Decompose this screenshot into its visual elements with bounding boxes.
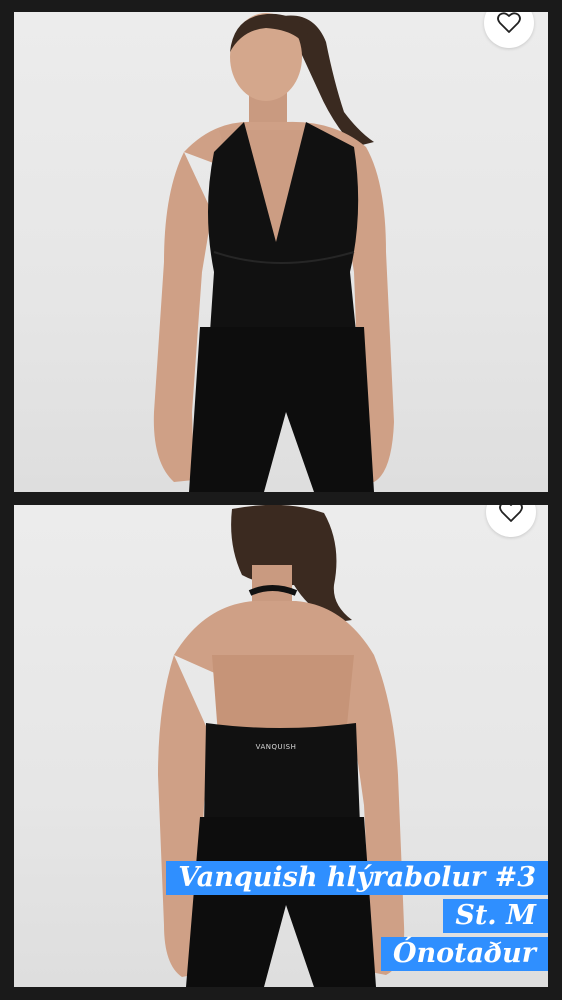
product-title: Vanquish hlýrabolur #3 [166,861,548,895]
brand-logo-text: VANQUISH [256,743,297,751]
size-label: St. M [443,899,548,933]
heart-outline-icon [497,12,521,33]
condition-label: Ónotaður [381,937,548,971]
model-front-illustration [153,13,394,492]
heart-outline-icon [499,505,523,522]
product-caption: Vanquish hlýrabolur #3 St. M Ónotaður [166,857,548,971]
photo-frame-front [0,0,562,505]
product-photo-front[interactable] [14,12,548,492]
